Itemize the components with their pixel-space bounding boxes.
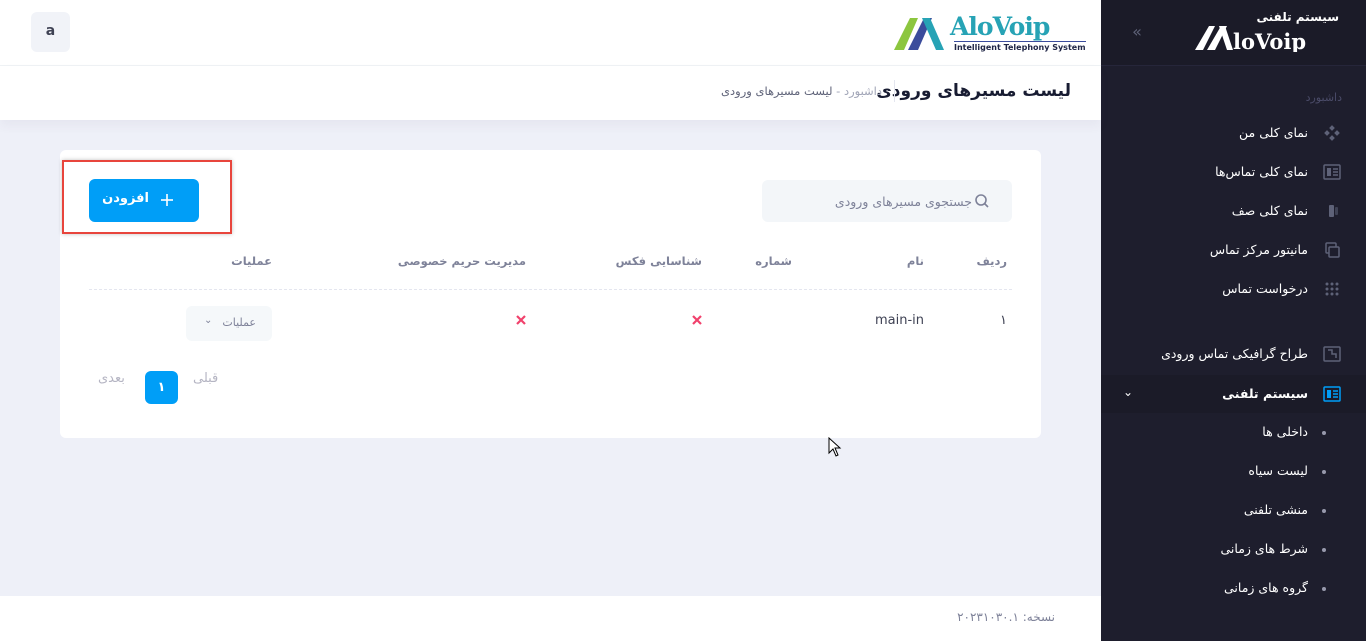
column-header-number: شماره: [755, 254, 792, 268]
breadcrumb-divider: [894, 80, 895, 102]
dashboard-diamond-icon: [1324, 125, 1340, 141]
sidebar-subitem-label: منشی تلفنی: [1243, 502, 1308, 517]
sidebar-subitem-label: لیست سیاه: [1248, 463, 1308, 478]
brand-tagline: Intelligent Telephony System: [954, 41, 1086, 52]
search-input[interactable]: [772, 180, 972, 222]
sidebar-item-label: سیستم تلفنی: [1222, 386, 1308, 401]
user-avatar[interactable]: a: [31, 12, 70, 52]
sidebar-item-monitor[interactable]: مانیتور مرکز تماس: [1101, 231, 1366, 269]
dialpad-icon: [1325, 282, 1339, 296]
designer-icon: [1323, 346, 1341, 362]
sidebar-item-label: نمای کلی صف: [1231, 203, 1308, 218]
bullet-icon: [1322, 587, 1326, 591]
sidebar-subitem-extensions[interactable]: داخلی ها: [1101, 413, 1366, 451]
column-header-fax: شناسایی فکس: [615, 254, 702, 268]
row-actions-label: عملیات: [222, 316, 256, 329]
sidebar-item-label: طراح گرافیکی تماس ورودی: [1161, 346, 1308, 361]
plus-icon: [161, 194, 173, 206]
sidebar-item-calls-overview[interactable]: نمای کلی تماس‌ها: [1101, 153, 1366, 191]
breadcrumb-root[interactable]: داشبورد: [844, 84, 882, 98]
brand-name: AloVoip: [950, 12, 1050, 41]
sidebar-section-title: داشبورد: [1305, 91, 1342, 104]
sidebar-item-call-request[interactable]: درخواست تماس: [1101, 270, 1366, 308]
sidebar-subitem-time-groups[interactable]: گروه های زمانی: [1101, 569, 1366, 607]
queue-overview-icon: [1329, 205, 1338, 217]
search-box: [762, 180, 1012, 222]
sidebar-item-label: نمای کلی تماس‌ها: [1215, 164, 1308, 179]
sidebar-subitem-blacklist[interactable]: لیست سیاه: [1101, 452, 1366, 490]
chevron-down-icon: ⌄: [1123, 385, 1134, 399]
add-button[interactable]: افزودن: [89, 179, 199, 222]
column-header-privacy: مدیریت حریم خصوصی: [397, 254, 526, 268]
sidebar-subitem-label: شرط های زمانی: [1220, 541, 1309, 556]
bullet-icon: [1322, 548, 1326, 552]
calls-overview-icon: [1323, 164, 1341, 180]
sidebar-logo: سیستم تلفنی loVoip: [1193, 10, 1343, 54]
column-header-index: ردیف: [976, 254, 1007, 268]
sidebar: « سیستم تلفنی loVoip داشبورد نمای کلی من: [1101, 0, 1366, 641]
sidebar-item-queue-overview[interactable]: نمای کلی صف: [1101, 192, 1366, 230]
footer: نسخه: ۲۰۲۳۱۰۳۰.۱: [0, 596, 1101, 641]
sidebar-item-label: نمای کلی من: [1239, 125, 1308, 140]
svg-text:loVoip: loVoip: [1233, 29, 1306, 52]
version-value: ۲۰۲۳۱۰۳۰.۱: [957, 610, 1019, 624]
mouse-cursor-icon: [828, 437, 842, 457]
cell-index: ۱: [1000, 313, 1007, 328]
alovoip-mark-icon: [894, 18, 944, 50]
monitor-icon: [1325, 242, 1340, 258]
fax-disabled-x-icon: [692, 315, 702, 325]
column-header-actions: عملیات: [231, 254, 272, 268]
sidebar-subitem-label: داخلی ها: [1262, 424, 1308, 439]
version-text: نسخه: ۲۰۲۳۱۰۳۰.۱: [957, 610, 1055, 624]
bullet-icon: [1322, 509, 1326, 513]
row-actions-dropdown[interactable]: ⌄ عملیات: [186, 306, 272, 341]
routes-card: افزودن ردیف نام شماره شناسایی فکس مدیریت…: [60, 150, 1041, 438]
pagination-page-1[interactable]: ۱: [145, 371, 178, 404]
privacy-disabled-x-icon: [516, 315, 526, 325]
sidebar-item-phone-system[interactable]: ⌄ سیستم تلفنی: [1101, 375, 1366, 413]
add-button-label: افزودن: [102, 191, 149, 206]
alovoip-logo-icon: loVoip: [1195, 26, 1306, 52]
search-icon: [975, 194, 989, 208]
sidebar-subitem-ivr[interactable]: منشی تلفنی: [1101, 491, 1366, 529]
sidebar-subitem-label: گروه های زمانی: [1223, 580, 1308, 595]
sidebar-subitem-time-conditions[interactable]: شرط های زمانی: [1101, 530, 1366, 568]
bullet-icon: [1322, 431, 1326, 435]
page-title: لیست مسیرهای ورودی: [876, 81, 1071, 101]
version-label: نسخه:: [1022, 610, 1055, 624]
collapse-sidebar-icon[interactable]: «: [1127, 22, 1147, 42]
sidebar-item-label: مانیتور مرکز تماس: [1209, 242, 1308, 257]
bullet-icon: [1322, 470, 1326, 474]
chevron-down-icon: ⌄: [204, 315, 213, 326]
page-toolbar: لیست مسیرهای ورودی داشبورد - لیست مسیرها…: [0, 66, 1101, 120]
pagination-next[interactable]: بعدی: [98, 371, 125, 386]
breadcrumb-separator: -: [836, 84, 841, 98]
pagination-prev[interactable]: قبلی: [193, 371, 218, 386]
sidebar-item-label: درخواست تماس: [1222, 281, 1308, 296]
table-divider: [89, 289, 1012, 290]
brand-logo: AloVoip Intelligent Telephony System: [892, 12, 1086, 56]
breadcrumb: داشبورد - لیست مسیرهای ورودی: [721, 84, 882, 98]
column-header-name: نام: [906, 254, 924, 268]
sidebar-header: « سیستم تلفنی loVoip: [1101, 0, 1366, 66]
cell-name: main-in: [874, 313, 924, 328]
phone-system-icon: [1323, 386, 1341, 402]
breadcrumb-current: لیست مسیرهای ورودی: [721, 84, 833, 98]
sidebar-item-call-designer[interactable]: طراح گرافیکی تماس ورودی: [1101, 335, 1366, 373]
sidebar-item-my-overview[interactable]: نمای کلی من: [1101, 114, 1366, 152]
top-header: a AloVoip Intelligent Telephony System: [0, 0, 1101, 66]
